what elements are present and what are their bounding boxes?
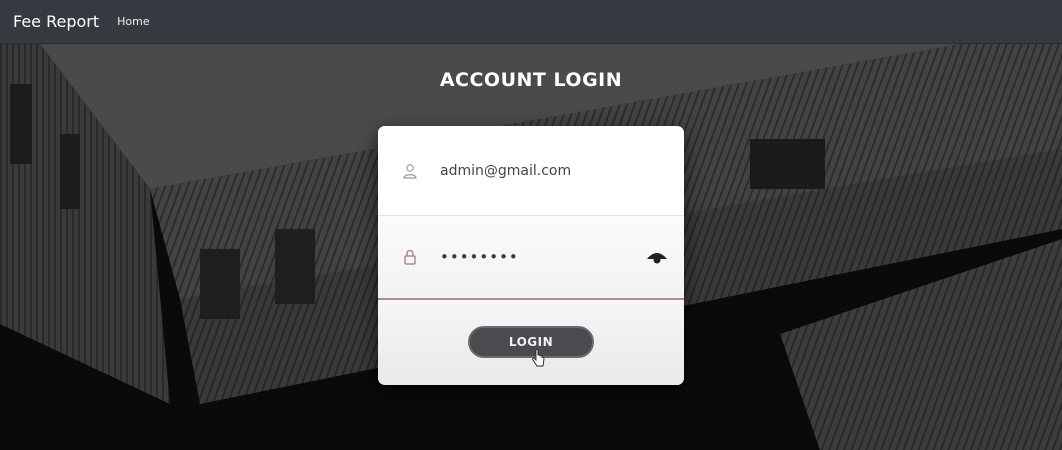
brand-link[interactable]: Fee Report [13, 12, 99, 31]
user-icon [402, 163, 418, 179]
login-card: admin@gmail.com •••••••• LOGIN [378, 126, 684, 385]
pointer-cursor-icon [532, 348, 546, 369]
nav-link-home[interactable]: Home [117, 15, 149, 28]
password-value: •••••••• [440, 248, 519, 266]
lock-icon [402, 249, 418, 265]
page-title: ACCOUNT LOGIN [439, 69, 623, 91]
navbar: Fee Report Home [0, 0, 1062, 44]
login-button[interactable]: LOGIN [468, 326, 594, 358]
email-value: admin@gmail.com [440, 162, 572, 179]
button-area: LOGIN [378, 300, 684, 385]
eye-icon[interactable] [644, 244, 670, 270]
password-field[interactable]: •••••••• [378, 216, 684, 300]
email-field[interactable]: admin@gmail.com [378, 126, 684, 216]
